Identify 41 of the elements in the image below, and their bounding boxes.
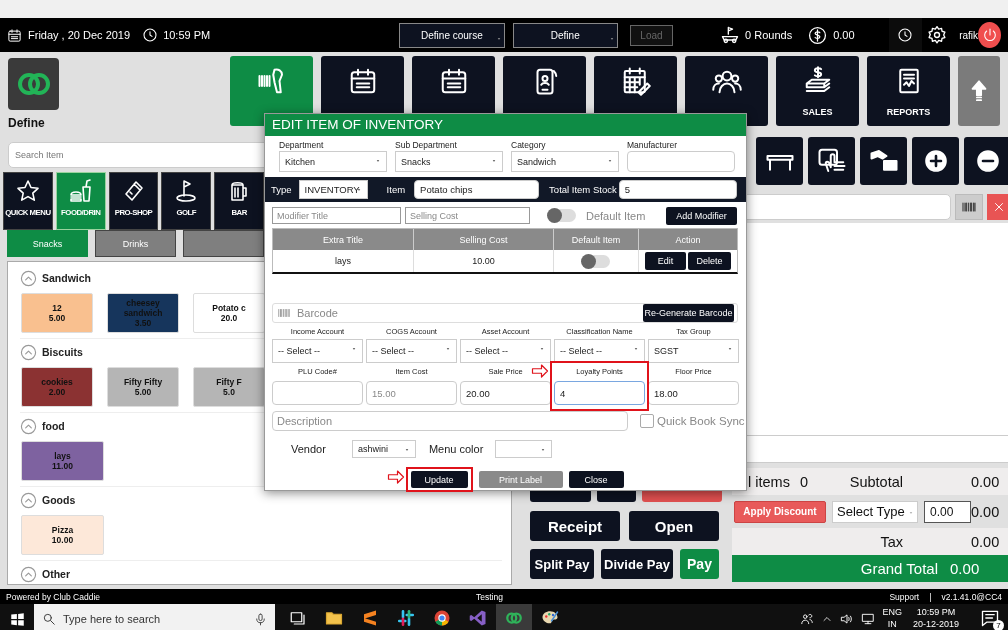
grand-total-value: 0.00 xyxy=(950,560,980,577)
field-label: Manufacturer xyxy=(627,140,679,151)
field-label: Menu color xyxy=(428,443,484,455)
balance-text: 0.00 xyxy=(833,29,855,41)
time-text: 10:59 PM xyxy=(163,29,211,41)
section-title: Other xyxy=(42,568,70,580)
field-label: Sub Department xyxy=(395,140,458,151)
column-header: Extra Title xyxy=(273,229,414,250)
field-label: Total Item Stock xyxy=(549,184,617,195)
dialog-title: EDIT ITEM OF INVENTORY xyxy=(265,114,746,136)
brand-name: Define xyxy=(8,116,46,130)
column-header: Action xyxy=(639,229,737,250)
tax-value: 0.00 xyxy=(971,533,1000,550)
discount-value: 0.00 xyxy=(971,503,1000,520)
section-title: Sandwich xyxy=(42,272,91,284)
field-label: Vendor xyxy=(291,443,326,455)
version-text: v2.1.41.0@CC4 xyxy=(941,591,1002,602)
column-header: Default Item xyxy=(554,229,639,250)
column-header: Selling Cost xyxy=(414,229,554,250)
toggle-label: Default Item xyxy=(586,209,646,222)
field-label: Department xyxy=(279,140,325,151)
tax-label: Tax xyxy=(880,533,903,550)
section-title: Biscuits xyxy=(42,346,83,358)
items-label: l items xyxy=(748,473,790,490)
section-title: food xyxy=(42,420,65,432)
items-count: 0 xyxy=(799,473,808,490)
status-text: Powered by Club Caddie xyxy=(6,591,101,602)
table-cell: lays xyxy=(273,250,414,272)
field-label: Type xyxy=(271,184,292,195)
environment-text: Testing xyxy=(476,591,503,602)
rounds-text: 0 Rounds xyxy=(745,29,793,41)
table-cell: 10.00 xyxy=(414,250,554,272)
subtotal-value: 0.00 xyxy=(971,473,1000,490)
field-label: Category xyxy=(511,140,547,151)
section-title: Goods xyxy=(42,494,76,506)
separator-text: | xyxy=(929,591,932,602)
field-label: Item xyxy=(386,184,406,195)
checkbox-label: Quick Book Sync xyxy=(657,415,745,427)
subtotal-label: Subtotal xyxy=(849,473,903,490)
date-text: Friday , 20 Dec 2019 xyxy=(28,29,131,41)
grand-total-label: Grand Total xyxy=(860,560,939,577)
